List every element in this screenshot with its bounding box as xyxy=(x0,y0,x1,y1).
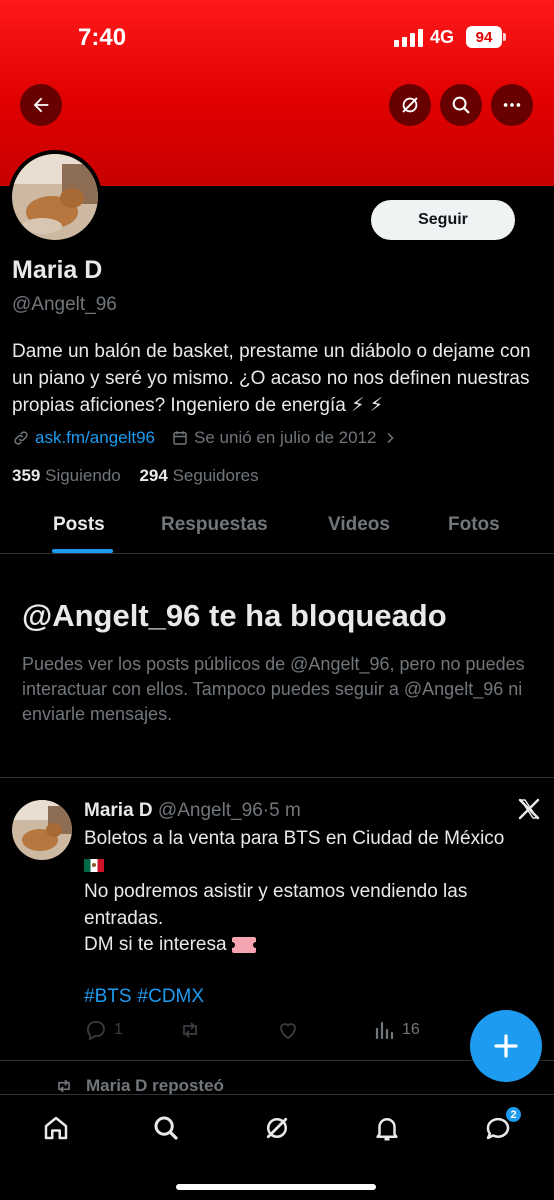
followers-count: 294 xyxy=(139,466,168,485)
repost-button[interactable] xyxy=(178,1018,208,1042)
search-icon xyxy=(452,96,470,114)
followers-link[interactable]: 294 Seguidores xyxy=(139,466,258,485)
nav-notifications[interactable] xyxy=(370,1111,404,1145)
compose-button[interactable] xyxy=(470,1010,542,1082)
following-count: 359 xyxy=(12,466,41,485)
tab-posts[interactable]: Posts xyxy=(53,514,105,536)
mexico-flag-icon xyxy=(84,858,104,872)
section-divider xyxy=(0,777,554,778)
x-logo-icon xyxy=(518,798,540,820)
profile-name: Maria D xyxy=(12,256,103,284)
active-tab-indicator xyxy=(52,549,113,553)
more-button[interactable] xyxy=(491,84,533,126)
post-avatar-photo-image xyxy=(12,800,72,860)
post-author[interactable]: Maria D xyxy=(84,800,153,821)
bottom-navigation: 2 xyxy=(0,1094,554,1200)
calendar-icon xyxy=(173,431,187,445)
home-icon xyxy=(44,1116,68,1140)
profile-avatar[interactable] xyxy=(8,150,102,244)
blocked-message: Puedes ver los posts públicos de @Angelt… xyxy=(22,654,525,724)
follow-counts: 359 Siguiendo 294 Seguidores xyxy=(12,466,259,486)
bell-icon xyxy=(376,1118,398,1141)
repost-icon xyxy=(183,1022,197,1038)
post-line-1: Boletos a la venta para BTS en Ciudad de… xyxy=(84,828,505,849)
network-type: 4G xyxy=(430,27,455,47)
avatar-photo-image xyxy=(12,154,98,240)
post-actions: 1 16 xyxy=(84,1018,484,1046)
follow-button[interactable]: Seguir xyxy=(371,200,515,240)
signal-icon xyxy=(394,29,423,47)
post-avatar[interactable] xyxy=(12,800,72,860)
home-indicator xyxy=(176,1184,376,1190)
followers-label: Seguidores xyxy=(172,466,259,485)
messages-badge: 2 xyxy=(504,1105,523,1124)
battery-level: 94 xyxy=(475,28,493,46)
more-icon xyxy=(503,103,521,107)
views-icon xyxy=(375,1021,394,1040)
search-nav-icon xyxy=(154,1116,178,1140)
post-header: Maria D @Angelt_96·5 m xyxy=(84,800,301,822)
status-time: 7:40 xyxy=(78,24,127,51)
blocked-title: @Angelt_96 te ha bloqueado xyxy=(22,598,447,633)
views-button[interactable]: 16 xyxy=(372,1018,420,1042)
plus-icon xyxy=(494,1034,518,1058)
profile-meta: ask.fm/angelt96 Se unió en julio de 2012 xyxy=(12,428,403,448)
views-count: 16 xyxy=(402,1021,420,1038)
heart-icon xyxy=(280,1023,296,1040)
tab-respuestas[interactable]: Respuestas xyxy=(161,514,268,536)
repost-label: Maria D reposteó xyxy=(86,1076,224,1095)
hashtag-cdmx[interactable]: #CDMX xyxy=(138,986,205,1007)
profile-handle: @Angelt_96 xyxy=(12,294,117,315)
repost-small-icon xyxy=(58,1079,70,1093)
repost-indicator: Maria D reposteó xyxy=(54,1076,224,1096)
status-bar: 7:40 4G 94 xyxy=(0,0,554,76)
chevron-right-icon[interactable] xyxy=(382,430,398,446)
reply-button[interactable]: 1 xyxy=(84,1018,123,1042)
battery-tip xyxy=(503,33,506,41)
ticket-icon xyxy=(228,936,259,953)
grok-icon xyxy=(402,97,418,113)
profile-tabs: Posts Respuestas Videos Fotos xyxy=(0,500,554,554)
post-handle[interactable]: @Angelt_96 xyxy=(158,800,263,821)
reply-count: 1 xyxy=(114,1021,123,1038)
nav-home[interactable] xyxy=(39,1111,73,1145)
joined-date: Se unió en julio de 2012 xyxy=(194,428,377,447)
tab-videos[interactable]: Videos xyxy=(328,514,390,536)
avatar xyxy=(12,154,98,240)
post-line-3: DM si te interesa xyxy=(84,934,227,955)
like-button[interactable] xyxy=(276,1018,306,1042)
grok-nav-icon xyxy=(266,1117,288,1139)
post-time: 5 m xyxy=(269,800,301,821)
post-line-2: No podremos asistir y estamos vendiendo … xyxy=(84,881,468,929)
profile-bio: Dame un balón de basket, prestame un diá… xyxy=(12,341,531,416)
tab-fotos[interactable]: Fotos xyxy=(448,514,500,536)
reply-icon xyxy=(87,1021,105,1041)
arrow-left-icon xyxy=(33,97,49,113)
profile-link[interactable]: ask.fm/angelt96 xyxy=(35,428,155,448)
hashtag-bts[interactable]: #BTS xyxy=(84,986,132,1007)
link-icon xyxy=(14,431,28,445)
nav-grok[interactable] xyxy=(260,1111,294,1145)
nav-search[interactable] xyxy=(149,1111,183,1145)
post-text[interactable]: Boletos a la venta para BTS en Ciudad de… xyxy=(84,826,544,959)
battery-icon: 94 xyxy=(466,26,502,48)
search-button[interactable] xyxy=(440,84,482,126)
grok-button[interactable] xyxy=(389,84,431,126)
following-link[interactable]: 359 Siguiendo xyxy=(12,466,121,485)
back-button[interactable] xyxy=(20,84,62,126)
post-hashtags: #BTS #CDMX xyxy=(84,986,210,1008)
post-divider xyxy=(0,1060,554,1061)
following-label: Siguiendo xyxy=(45,466,121,485)
